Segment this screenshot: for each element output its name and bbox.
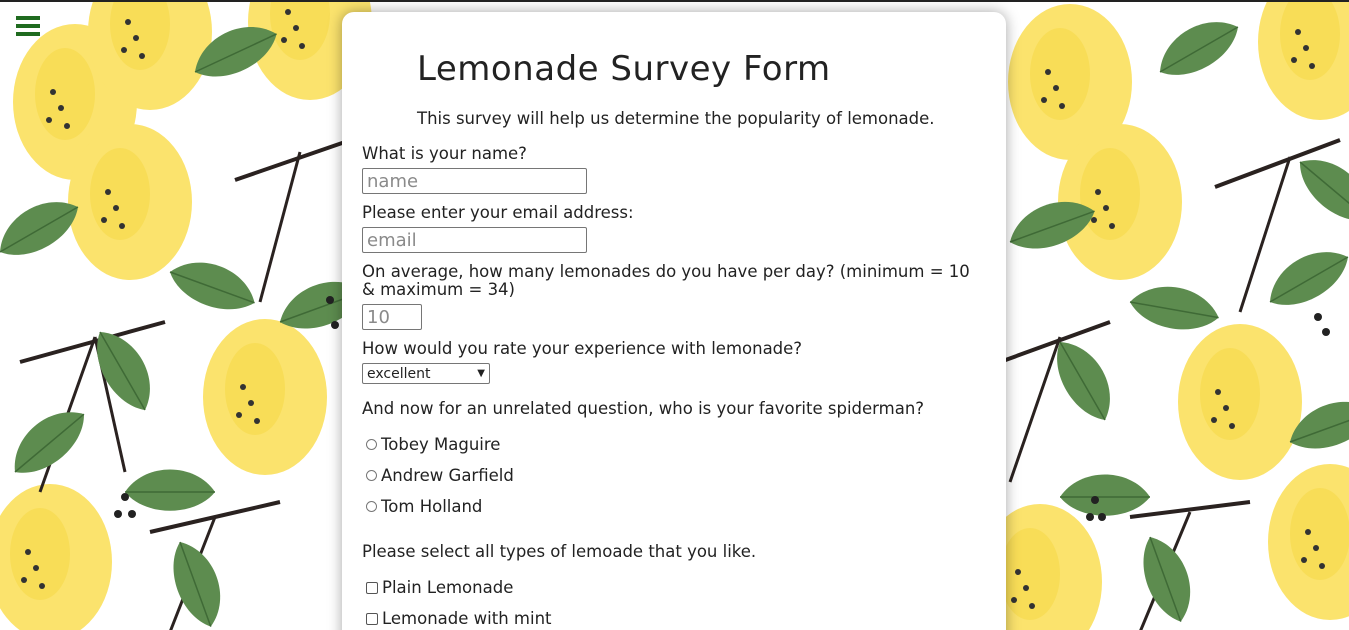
rating-selected-value: excellent (367, 365, 431, 382)
hamburger-menu-icon[interactable] (14, 12, 42, 40)
form-description: This survey will help us determine the p… (417, 109, 935, 128)
lemonade-type-option[interactable]: Lemonade with mint (366, 609, 552, 628)
spiderman-question-label: And now for an unrelated question, who i… (362, 399, 925, 418)
spiderman-option-label: Andrew Garfield (381, 466, 514, 485)
rating-question-label: How would you rate your experience with … (362, 339, 803, 358)
checkbox[interactable] (366, 612, 378, 625)
survey-form-card: Lemonade Survey Form This survey will he… (342, 12, 1006, 630)
radio-button[interactable] (366, 470, 377, 481)
spiderman-option-label: Tom Holland (381, 497, 483, 516)
spiderman-option[interactable]: Andrew Garfield (366, 466, 514, 485)
spiderman-option-label: Tobey Maguire (381, 435, 501, 454)
radio-button[interactable] (366, 439, 377, 450)
lemonade-type-label: Lemonade with mint (382, 609, 552, 628)
name-question-label: What is your name? (362, 144, 527, 163)
rating-select[interactable]: excellent ▼ (362, 363, 490, 384)
spiderman-option[interactable]: Tobey Maguire (366, 435, 500, 454)
email-question-label: Please enter your email address: (362, 203, 634, 222)
lemonade-type-option[interactable]: Plain Lemonade (366, 578, 513, 597)
name-input[interactable] (362, 168, 587, 194)
checkbox[interactable] (366, 581, 378, 594)
lemonade-count-input[interactable] (362, 304, 422, 330)
spiderman-option[interactable]: Tom Holland (366, 497, 482, 516)
page-title: Lemonade Survey Form (417, 49, 831, 89)
lemonade-type-label: Plain Lemonade (382, 578, 514, 597)
chevron-down-icon: ▼ (477, 368, 485, 379)
lemonade-types-question-label: Please select all types of lemoade that … (362, 542, 757, 561)
email-input[interactable] (362, 227, 587, 253)
lemonade-count-question-label: On average, how many lemonades do you ha… (362, 262, 970, 299)
radio-button[interactable] (366, 501, 377, 512)
